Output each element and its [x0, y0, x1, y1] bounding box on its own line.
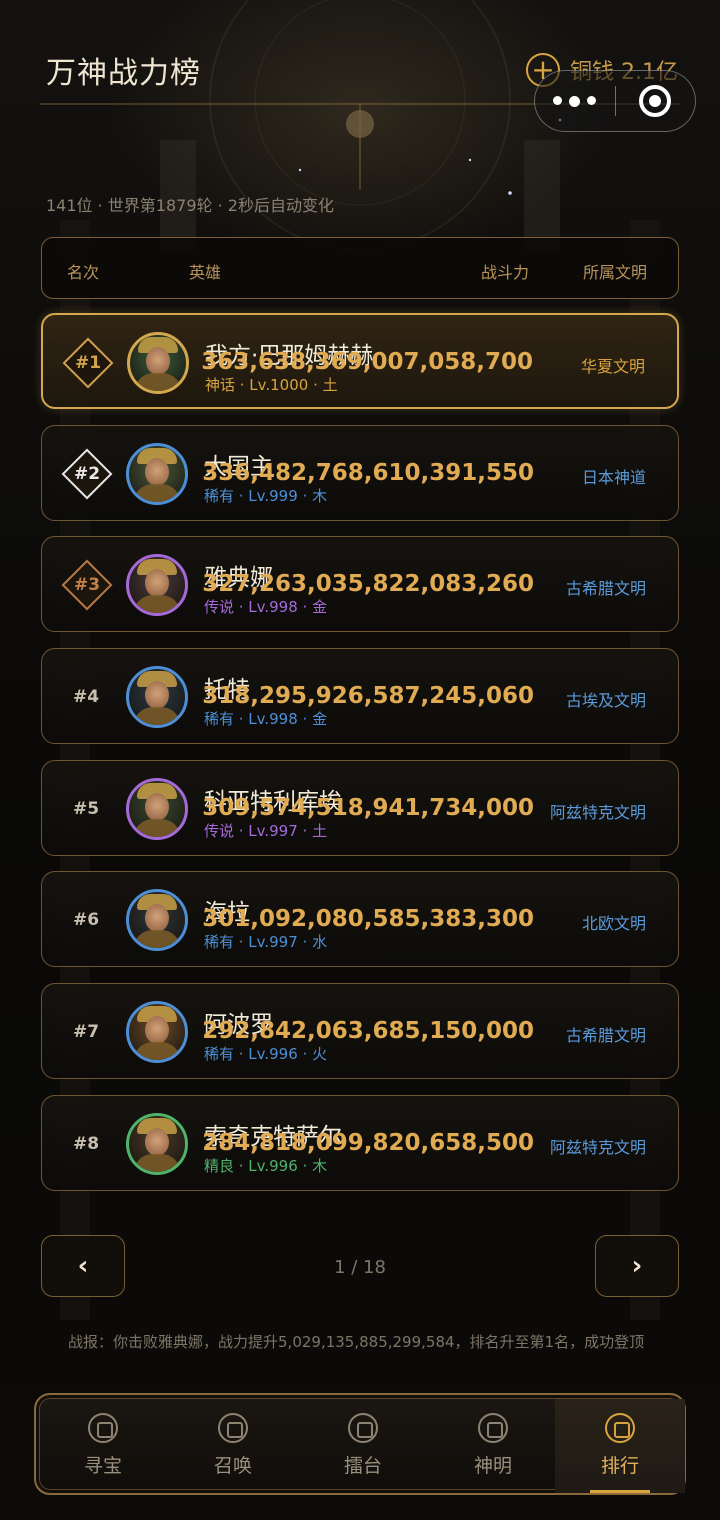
close-miniprogram-icon[interactable] — [616, 85, 696, 117]
civilization: 华夏文明 — [580, 357, 645, 376]
hero-avatar[interactable] — [127, 332, 189, 394]
bottom-tab-bar: 寻宝 召唤 擂台 神明 排行 — [34, 1393, 686, 1495]
rank-number: #1 — [74, 353, 102, 373]
battle-report: 战报：你击败雅典娜，战力提升5,029,135,885,299,584，排名升至… — [68, 1333, 645, 1351]
ranking-row[interactable]: #2 大国主 稀有 · Lv.999 · 木 336,482,768,610,391,… — [41, 425, 679, 521]
rank-number: #5 — [72, 799, 100, 819]
more-options-icon[interactable] — [535, 95, 615, 107]
hero-meta: 稀有 · Lv.998 · 金 — [204, 710, 328, 728]
hero-avatar[interactable] — [126, 666, 188, 728]
civilization: 古希腊文明 — [565, 579, 646, 598]
tab-ranking[interactable]: 排行 — [555, 1399, 685, 1493]
hero-avatar[interactable] — [126, 554, 188, 616]
civilization: 古埃及文明 — [565, 691, 646, 710]
rank-number: #8 — [72, 1134, 100, 1154]
combat-power: 327,263,035,822,083,260 — [202, 571, 534, 597]
hero-meta: 稀有 · Lv.999 · 木 — [204, 487, 328, 505]
ranking-row[interactable]: #8 索奇克特萨尔 精良 · Lv.996 · 木 284,818,099,820,6… — [41, 1095, 679, 1191]
tab-treasure[interactable]: 寻宝 — [38, 1399, 168, 1493]
hero-meta: 精良 · Lv.996 · 木 — [204, 1157, 328, 1175]
page-title: 万神战力榜 — [46, 56, 201, 91]
combat-power: 292,842,063,685,150,000 — [202, 1018, 534, 1044]
hero-avatar[interactable] — [126, 1113, 188, 1175]
combat-power: 336,482,768,610,391,550 — [202, 460, 534, 486]
hero-avatar[interactable] — [126, 778, 188, 840]
round-status-text: 141位 · 世界第1879轮 · 2秒后自动变化 — [46, 196, 334, 215]
ranking-row[interactable]: #3 雅典娜 传说 · Lv.998 · 金 327,263,035,822,083,… — [41, 536, 679, 632]
tab-label: 神明 — [473, 1455, 512, 1477]
hero-meta: 稀有 · Lv.997 · 水 — [204, 933, 328, 951]
ranking-row[interactable]: #1 我方·巴那姆赫赫 神话 · Lv.1000 · 土 363,638,369,00… — [41, 313, 679, 409]
rank-number: #6 — [72, 910, 100, 930]
tab-deities[interactable]: 神明 — [428, 1399, 558, 1493]
hero-avatar[interactable] — [126, 443, 188, 505]
combat-power: 363,638,369,007,058,700 — [201, 349, 533, 375]
hero-meta: 传说 · Lv.997 · 土 — [204, 822, 328, 840]
hero-meta: 传说 · Lv.998 · 金 — [204, 598, 328, 616]
tab-summon[interactable]: 召唤 — [168, 1399, 298, 1493]
column-header-hero: 英雄 — [189, 263, 222, 282]
ranking-row[interactable]: #7 阿波罗 稀有 · Lv.996 · 火 292,842,063,685,150,… — [41, 983, 679, 1079]
combat-power: 318,295,926,587,245,060 — [202, 683, 534, 709]
combat-power: 301,092,080,585,383,300 — [202, 906, 534, 932]
hero-meta: 稀有 · Lv.996 · 火 — [204, 1045, 328, 1063]
tab-label: 擂台 — [343, 1455, 382, 1477]
civilization: 阿兹特克文明 — [549, 1138, 646, 1157]
active-tab-indicator — [590, 1490, 650, 1493]
column-header-civilization: 所属文明 — [583, 263, 648, 282]
civilization: 古希腊文明 — [565, 1026, 646, 1045]
rank-number: #7 — [72, 1022, 100, 1042]
arena-icon — [348, 1413, 378, 1443]
table-header: 名次 英雄 战斗力 所属文明 — [41, 237, 679, 299]
next-page-button[interactable]: › — [595, 1235, 679, 1297]
civilization: 日本神道 — [581, 468, 646, 487]
ranking-row[interactable]: #6 海拉 稀有 · Lv.997 · 水 301,092,080,585,383,3… — [41, 871, 679, 967]
rank-badge: #3 — [61, 559, 113, 611]
deity-icon — [478, 1413, 508, 1443]
ranking-row[interactable]: #5 科亚特利库埃 传说 · Lv.997 · 土 309,574,518,941,7… — [41, 760, 679, 856]
tab-arena[interactable]: 擂台 — [298, 1399, 428, 1493]
ranking-row[interactable]: #4 托特 稀有 · Lv.998 · 金 318,295,926,587,245,0… — [41, 648, 679, 744]
tab-label: 排行 — [600, 1455, 639, 1477]
combat-power: 309,574,518,941,734,000 — [202, 795, 534, 821]
summon-icon — [218, 1413, 248, 1443]
civilization: 北欧文明 — [581, 914, 646, 933]
ranking-icon — [605, 1413, 635, 1443]
tab-label: 召唤 — [213, 1455, 252, 1477]
civilization: 阿兹特克文明 — [549, 803, 646, 822]
rank-number: #3 — [73, 575, 101, 595]
tab-label: 寻宝 — [83, 1455, 122, 1477]
hero-avatar[interactable] — [126, 1001, 188, 1063]
miniprogram-capsule — [534, 70, 696, 132]
rank-badge: #1 — [62, 337, 114, 389]
column-header-power: 战斗力 — [481, 263, 530, 282]
rank-number: #2 — [73, 464, 101, 484]
combat-power: 284,818,099,820,658,500 — [202, 1130, 534, 1156]
column-header-rank: 名次 — [67, 263, 100, 282]
rank-number: #4 — [72, 687, 100, 707]
rank-badge: #2 — [61, 448, 113, 500]
hero-avatar[interactable] — [126, 889, 188, 951]
house-icon — [88, 1413, 118, 1443]
hero-meta: 神话 · Lv.1000 · 土 — [205, 376, 338, 394]
